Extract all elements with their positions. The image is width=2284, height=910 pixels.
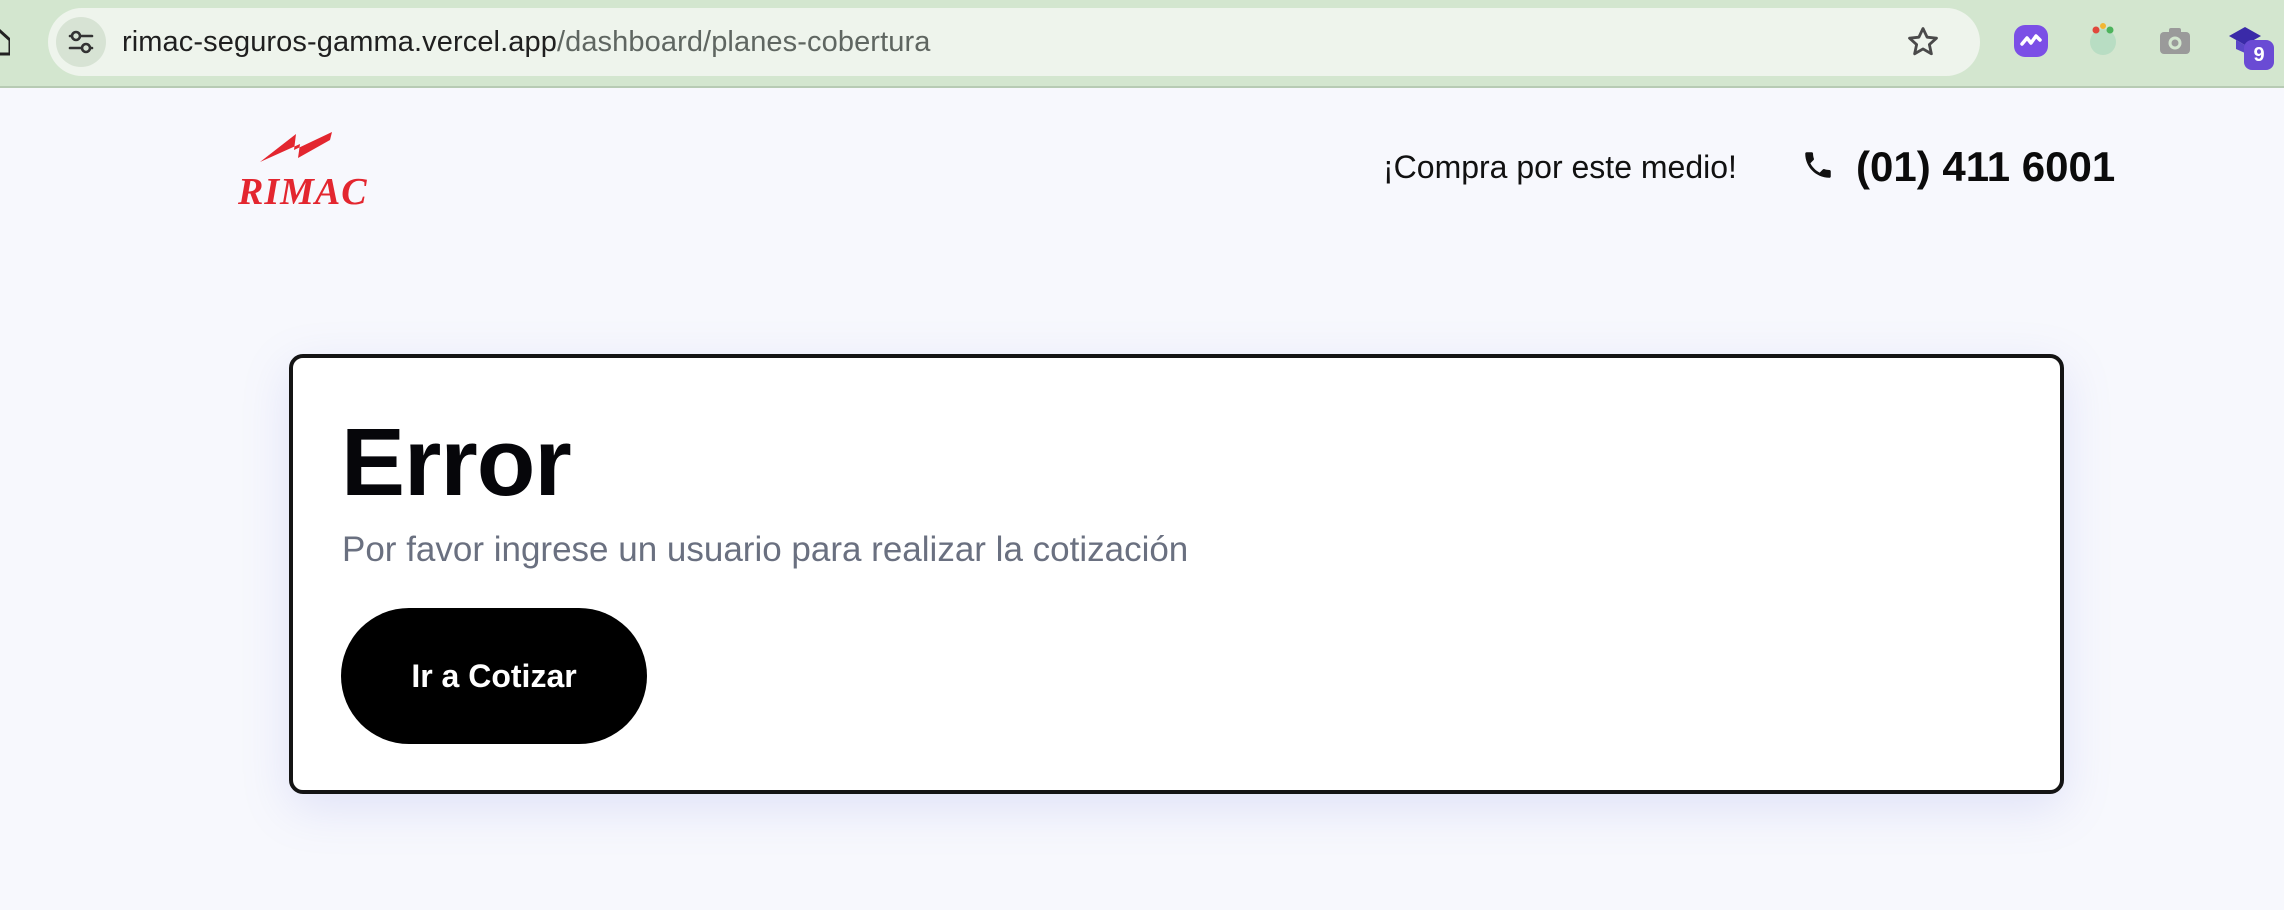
url-text[interactable]: rimac-seguros-gamma.vercel.app/dashboard…	[122, 8, 930, 76]
svg-text:RIMAC: RIMAC	[237, 171, 368, 208]
rimac-logo[interactable]: RIMAC	[236, 128, 386, 208]
go-to-quote-button[interactable]: Ir a Cotizar	[341, 608, 647, 744]
promo-text: ¡Compra por este medio!	[1383, 149, 1737, 185]
site-info-icon[interactable]	[56, 17, 106, 67]
browser-toolbar: rimac-seguros-gamma.vercel.app/dashboard…	[0, 0, 2284, 88]
home-icon[interactable]	[0, 26, 10, 56]
error-card: Error Por favor ingrese un usuario para …	[289, 354, 2064, 794]
url-path: /dashboard/planes-cobertura	[556, 26, 931, 58]
extension-icon[interactable]	[2012, 22, 2050, 60]
phone-number[interactable]: (01) 411 6001	[1856, 138, 2115, 196]
extension-badge: 9	[2244, 40, 2274, 70]
bookmark-star-icon[interactable]	[1906, 25, 1940, 59]
url-host: rimac-seguros-gamma.vercel.app	[122, 26, 557, 58]
extension-icon[interactable]	[2156, 22, 2194, 60]
error-message: Por favor ingrese un usuario para realiz…	[342, 530, 1189, 569]
error-title: Error	[341, 409, 572, 516]
phone-icon	[1805, 152, 1831, 178]
address-bar[interactable]: rimac-seguros-gamma.vercel.app/dashboard…	[48, 8, 1980, 76]
extension-icon[interactable]	[2084, 22, 2122, 60]
